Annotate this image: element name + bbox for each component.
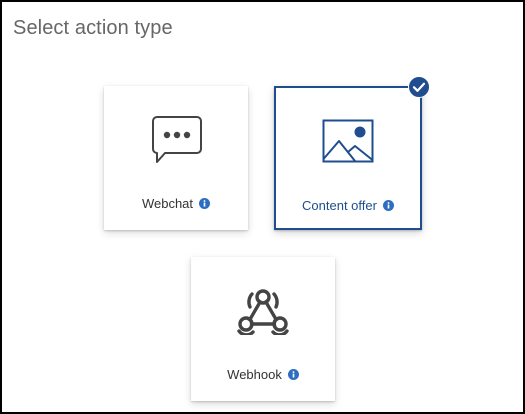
action-card-webchat[interactable]: Webchat [104,86,248,230]
webhook-icon [237,289,289,335]
chat-bubble-icon [152,116,202,163]
card-label: Webhook [227,367,282,382]
info-icon[interactable] [382,200,394,211]
page-title: Select action type [13,17,173,39]
action-card-content-offer[interactable]: Content offer [274,76,430,230]
card-label-row: Content offer [276,198,420,213]
selected-check-icon [408,76,430,98]
card-label-row: Webchat [104,196,248,211]
info-icon[interactable] [199,198,211,209]
dialog-panel: Select action type Webchat Content offer… [0,0,525,414]
info-icon[interactable] [287,369,299,380]
action-card-webhook[interactable]: Webhook [191,257,335,401]
card-label-row: Webhook [191,367,335,382]
card-label: Webchat [141,196,194,211]
card-label: Content offer [302,198,377,213]
image-icon [322,119,374,163]
